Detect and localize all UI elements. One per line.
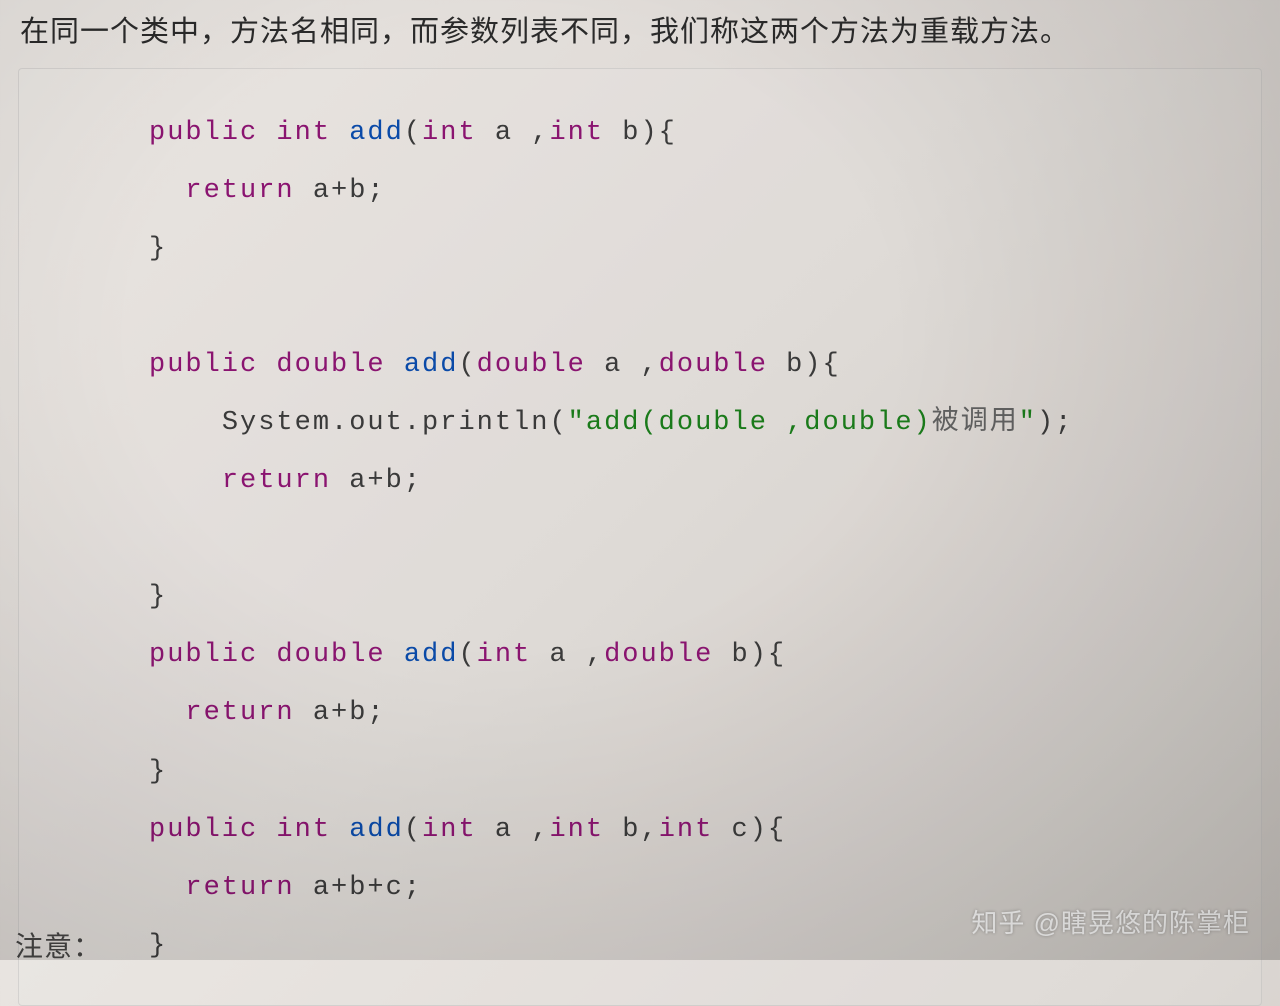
code-line: System.out.println("add(double ,double)被… (149, 394, 1241, 452)
code-line: } (149, 743, 1241, 801)
code-token-plain: } (149, 931, 167, 961)
code-line: return a+b; (149, 684, 1241, 742)
code-token-plain: a+b; (331, 466, 422, 496)
code-token-kw-type: int (477, 640, 532, 670)
code-line: public double add(int a ,double b){ (149, 626, 1241, 684)
footer-note: 注意： (15, 925, 102, 965)
code-token-kw-type: int (422, 815, 477, 845)
code-line: public int add(int a ,int b,int c){ (149, 801, 1241, 859)
code-token-plain: } (149, 757, 167, 787)
code-token-plain: b){ (713, 640, 786, 670)
code-line (149, 278, 1241, 336)
code-token-kw-return: return (185, 698, 294, 728)
code-line: return a+b; (149, 452, 1241, 510)
code-token-kw-type: int (549, 118, 604, 148)
code-token-plain: ); (1037, 408, 1073, 438)
code-token-plain: a , (477, 118, 550, 148)
code-line (149, 510, 1241, 568)
code-token-plain: b, (604, 815, 659, 845)
code-token-plain: ( (458, 350, 476, 380)
code-token-kw-type: double (477, 350, 586, 380)
code-token-plain: a+b+c; (295, 873, 422, 903)
code-token-plain: ( (404, 815, 422, 845)
code-token-plain: ( (458, 640, 476, 670)
code-token-plain (331, 815, 349, 845)
code-token-kw-type: int (659, 815, 714, 845)
code-line: public double add(double a ,double b){ (149, 336, 1241, 394)
code-token-plain: a , (586, 350, 659, 380)
code-token-kw-type: double (659, 350, 768, 380)
code-token-method-name: add (404, 640, 459, 670)
code-line: } (149, 568, 1241, 626)
code-token-plain (386, 640, 404, 670)
code-token-plain: } (149, 582, 167, 612)
code-token-kw-type: int (549, 815, 604, 845)
code-token-kw-modifier: public (149, 815, 258, 845)
code-token-plain (331, 118, 349, 148)
code-token-plain (258, 118, 276, 148)
code-token-method-name: add (349, 118, 404, 148)
code-token-kw-return: return (222, 466, 331, 496)
code-token-kw-modifier: public (149, 118, 258, 148)
code-token-kw-type: double (276, 350, 385, 380)
code-token-kw-type: int (276, 118, 331, 148)
code-token-plain (258, 640, 276, 670)
code-token-plain (258, 815, 276, 845)
code-token-plain: } (149, 234, 167, 264)
code-token-kw-type: int (276, 815, 331, 845)
code-token-kw-type: double (276, 640, 385, 670)
watermark-text: 知乎 @瞎晃悠的陈掌柜 (971, 903, 1250, 940)
code-block: public int add(int a ,int b){ return a+b… (18, 68, 1262, 1006)
code-token-kw-return: return (185, 873, 294, 903)
code-line: public int add(int a ,int b){ (149, 104, 1241, 162)
code-token-method-name: add (404, 350, 459, 380)
code-token-plain: b){ (604, 118, 677, 148)
code-line: } (149, 220, 1241, 278)
code-token-kw-type: int (422, 118, 477, 148)
code-token-method-name: add (349, 815, 404, 845)
code-token-kw-return: return (185, 176, 294, 206)
code-token-kw-modifier: public (149, 640, 258, 670)
code-token-plain (258, 350, 276, 380)
code-token-kw-modifier: public (149, 350, 258, 380)
code-token-kw-type: double (604, 640, 713, 670)
code-line: return a+b; (149, 162, 1241, 220)
code-token-plain: ( (404, 118, 422, 148)
code-token-plain: a , (531, 640, 604, 670)
code-token-string-lit: " (1019, 408, 1037, 438)
page-description: 在同一个类中，方法名相同，而参数列表不同，我们称这两个方法为重载方法。 (0, 0, 1280, 68)
code-token-plain: b){ (768, 350, 841, 380)
code-token-plain: a , (477, 815, 550, 845)
code-token-plain: c){ (713, 815, 786, 845)
code-token-plain: a+b; (295, 698, 386, 728)
code-token-plain: a+b; (295, 176, 386, 206)
code-token-plain (386, 350, 404, 380)
code-token-string-lit: "add(double ,double) (568, 408, 932, 438)
code-token-plain: System.out.println( (222, 408, 568, 438)
code-token-chinese-in-string: 被调用 (932, 408, 1019, 438)
